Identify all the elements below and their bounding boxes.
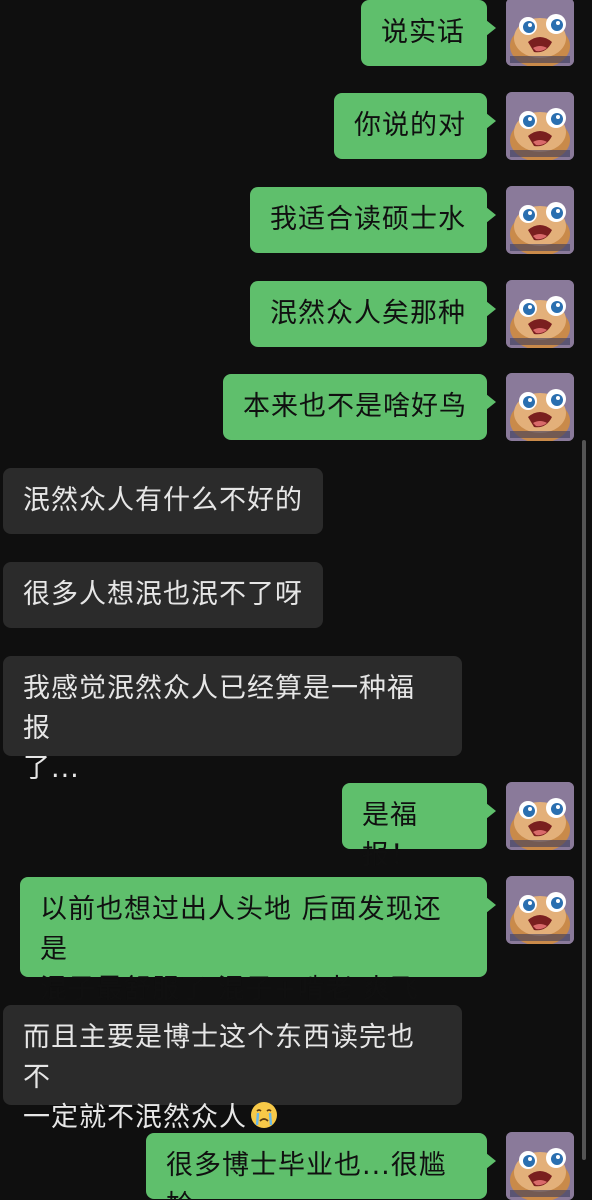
cartoon-creature-avatar-icon (506, 280, 574, 348)
message-text: 很多博士毕业也...很尴尬 (166, 1150, 447, 1200)
avatar[interactable] (506, 876, 574, 944)
cartoon-creature-avatar-icon (506, 186, 574, 254)
message-bubble-received[interactable]: 很多人想泯也泯不了呀 (3, 562, 323, 628)
message-text: 而且主要是博士这个东西读完也不 一定就不泯然众人 (23, 1022, 415, 1133)
message-text: 你说的对 (354, 110, 466, 141)
cartoon-creature-avatar-icon (506, 876, 574, 944)
message-bubble-sent[interactable]: 说实话 (361, 0, 496, 66)
cartoon-creature-avatar-icon (506, 782, 574, 850)
avatar[interactable] (506, 0, 574, 66)
message-bubble-sent[interactable]: 泯然众人矣那种 (250, 281, 496, 347)
message-bubble-sent[interactable]: 很多博士毕业也...很尴尬 (146, 1133, 496, 1200)
message-bubble-received[interactable]: 而且主要是博士这个东西读完也不 一定就不泯然众人 (3, 1005, 462, 1133)
message-text: 说实话 (381, 17, 465, 48)
cartoon-creature-avatar-icon (506, 373, 574, 441)
crying-face-emoji-icon (251, 1102, 277, 1128)
message-text: 我感觉泯然众人已经算是一种福报 了... (23, 673, 415, 784)
avatar[interactable] (506, 782, 574, 850)
cartoon-creature-avatar-icon (506, 0, 574, 66)
message-text: 以前也想过出人头地 后面发现还是 混子最舒服了 混子+啃老 爽飞 (40, 894, 442, 1005)
chat-message-list[interactable]: 说实话 你说的对 我适合读硕士水 泯然众人矣那种 本来也不是啥好鸟 泯然众人有什… (0, 0, 592, 1200)
message-bubble-sent[interactable]: 我适合读硕士水 (250, 187, 496, 253)
cartoon-creature-avatar-icon (506, 1132, 574, 1200)
message-bubble-received[interactable]: 我感觉泯然众人已经算是一种福报 了... (3, 656, 462, 784)
message-text: 是福报！ (362, 800, 418, 871)
cartoon-creature-avatar-icon (506, 92, 574, 160)
message-text: 我适合读硕士水 (270, 204, 466, 235)
message-text: 很多人想泯也泯不了呀 (23, 579, 303, 610)
message-text: 泯然众人有什么不好的 (23, 485, 303, 516)
message-bubble-sent[interactable]: 你说的对 (334, 93, 496, 159)
message-bubble-sent[interactable]: 本来也不是啥好鸟 (223, 374, 496, 440)
avatar[interactable] (506, 280, 574, 348)
scrollbar[interactable] (582, 440, 586, 1160)
avatar[interactable] (506, 373, 574, 441)
message-text: 泯然众人矣那种 (270, 298, 466, 329)
message-bubble-sent[interactable]: 是福报！ (342, 783, 496, 871)
message-bubble-sent[interactable]: 以前也想过出人头地 后面发现还是 混子最舒服了 混子+啃老 爽飞 (20, 877, 496, 1005)
avatar[interactable] (506, 1132, 574, 1200)
avatar[interactable] (506, 92, 574, 160)
message-text: 本来也不是啥好鸟 (243, 391, 467, 422)
avatar[interactable] (506, 186, 574, 254)
message-bubble-received[interactable]: 泯然众人有什么不好的 (3, 468, 323, 534)
